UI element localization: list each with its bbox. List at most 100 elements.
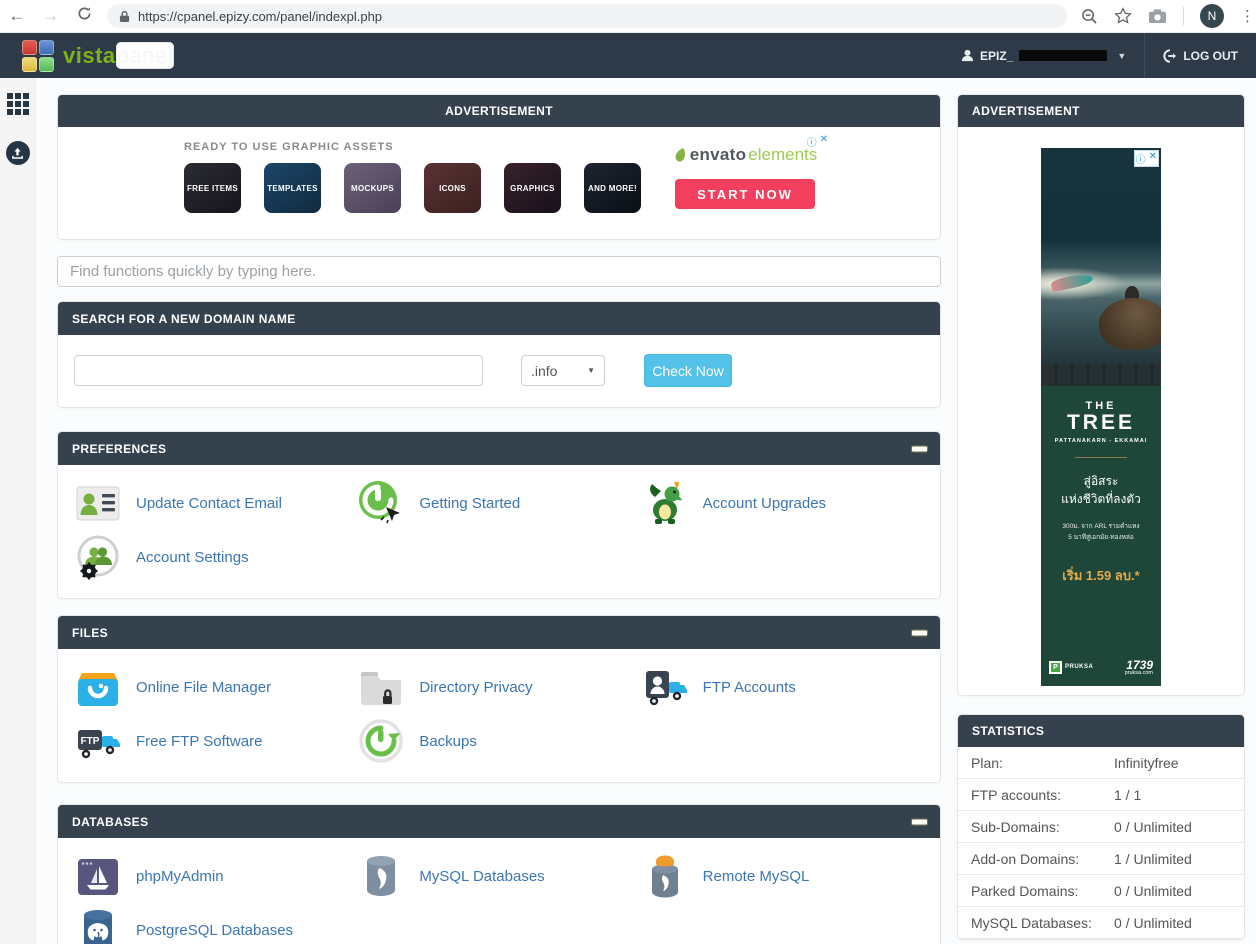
stat-value: 1 / Unlimited — [1114, 851, 1192, 867]
getting-started-icon — [357, 479, 405, 527]
databases-title: DATABASES — [72, 815, 149, 829]
item-label[interactable]: PostgreSQL Databases — [136, 922, 293, 939]
files-items: Online File Manager Directory Privacy FT… — [58, 649, 940, 782]
ad-close-icon[interactable]: ✕ — [1149, 151, 1157, 166]
account-menu[interactable]: EPIZ_ ▼ — [943, 33, 1144, 78]
item-label[interactable]: Getting Started — [419, 495, 520, 512]
item-backups[interactable]: Backups — [357, 714, 640, 768]
side-ad-title: ADVERTISEMENT — [972, 104, 1080, 118]
back-icon[interactable]: ← — [0, 6, 34, 26]
browser-menu-icon[interactable]: ⋮ — [1240, 7, 1256, 25]
side-ad-body: ⓘ ✕ THE TREE PATTANAKARN - EKKAMAI สู่อิ… — [958, 127, 1244, 695]
item-mysql-databases[interactable]: MySQL Databases — [357, 849, 640, 903]
quick-find-input[interactable] — [57, 256, 941, 287]
browser-profile-avatar[interactable]: N — [1200, 4, 1224, 28]
pruksa-icon: P — [1049, 661, 1062, 674]
item-label[interactable]: Account Settings — [136, 549, 249, 566]
item-online-file-manager[interactable]: Online File Manager — [74, 660, 357, 714]
domain-name-input[interactable] — [74, 355, 483, 386]
item-label[interactable]: phpMyAdmin — [136, 868, 224, 885]
files-title: FILES — [72, 626, 108, 640]
stat-label: MySQL Databases: — [971, 915, 1114, 931]
page-content: ADVERTISEMENT READY TO USE GRAPHIC ASSET… — [36, 78, 1256, 944]
logout-label: LOG OUT — [1183, 49, 1238, 63]
chevron-down-icon: ▼ — [1117, 51, 1126, 61]
item-label[interactable]: Update Contact Email — [136, 495, 282, 512]
item-ftp-accounts[interactable]: FTP Accounts — [641, 660, 924, 714]
item-getting-started[interactable]: Getting Started — [357, 476, 640, 530]
stat-label: FTP accounts: — [971, 787, 1114, 803]
phpmyadmin-icon — [74, 852, 122, 900]
stat-row-sub-domains: Sub-Domains: 0 / Unlimited — [958, 811, 1244, 843]
address-bar[interactable]: https://cpanel.epizy.com/panel/indexpl.p… — [107, 4, 1067, 28]
logo-squares-icon — [22, 40, 54, 72]
ad-thai-headline2: แห่งชีวิตที่ลงตัว — [1041, 490, 1161, 508]
stat-label: Add-on Domains: — [971, 851, 1114, 867]
stat-row-parked-domains: Parked Domains: 0 / Unlimited — [958, 875, 1244, 907]
ad-text-block: THE TREE PATTANAKARN - EKKAMAI สู่อิสระ … — [1041, 386, 1161, 686]
tld-select[interactable]: .info ▼ — [521, 355, 605, 386]
item-account-settings[interactable]: Account Settings — [74, 530, 357, 584]
item-postgresql-databases[interactable]: PostgreSQL Databases — [74, 903, 357, 944]
stat-value: 0 / Unlimited — [1114, 819, 1192, 835]
statistics-header: STATISTICS — [958, 715, 1244, 747]
item-label[interactable]: Free FTP Software — [136, 733, 262, 750]
item-label[interactable]: FTP Accounts — [703, 679, 796, 696]
account-name-prefix: EPIZ_ — [980, 49, 1013, 63]
item-label[interactable]: Remote MySQL — [703, 868, 810, 885]
databases-header: DATABASES — [58, 805, 940, 838]
item-label[interactable]: Backups — [419, 733, 477, 750]
logout-button[interactable]: LOG OUT — [1145, 33, 1256, 78]
divider — [1183, 7, 1184, 25]
tld-selected-value: .info — [531, 363, 557, 379]
ad-tile[interactable]: ICONS — [424, 163, 481, 213]
stat-row-mysql-databases: MySQL Databases: 0 / Unlimited — [958, 907, 1244, 939]
collapse-icon[interactable] — [912, 630, 927, 635]
item-phpmyadmin[interactable]: phpMyAdmin — [74, 849, 357, 903]
item-account-upgrades[interactable]: Account Upgrades — [641, 476, 924, 530]
stat-label: Plan: — [971, 755, 1114, 771]
redacted-account-name — [1019, 50, 1107, 61]
item-update-contact-email[interactable]: Update Contact Email — [74, 476, 357, 530]
upload-icon[interactable] — [6, 141, 30, 165]
collapse-icon[interactable] — [912, 819, 927, 824]
stat-label: Sub-Domains: — [971, 819, 1114, 835]
stat-value: 1 / 1 — [1114, 787, 1141, 803]
refresh-icon[interactable] — [67, 6, 101, 26]
item-label[interactable]: Account Upgrades — [703, 495, 826, 512]
ad-tile[interactable]: TEMPLATES — [264, 163, 321, 213]
item-label[interactable]: MySQL Databases — [419, 868, 544, 885]
dragon-icon — [641, 479, 689, 527]
ad-phone-block: 1739 pruksa.com — [1125, 659, 1153, 677]
vertical-ad[interactable]: ⓘ ✕ THE TREE PATTANAKARN - EKKAMAI สู่อิ… — [1041, 148, 1161, 686]
collapse-icon[interactable] — [912, 446, 927, 451]
item-label[interactable]: Directory Privacy — [419, 679, 532, 696]
item-remote-mysql[interactable]: Remote MySQL — [641, 849, 924, 903]
ad-tile[interactable]: FREE ITEMS — [184, 163, 241, 213]
ad-tile[interactable]: MOCKUPS — [344, 163, 401, 213]
browser-actions: N ⋮ — [1081, 4, 1256, 28]
ad-tile[interactable]: AND MORE! — [584, 163, 641, 213]
ad-banner-body[interactable]: READY TO USE GRAPHIC ASSETS FREE ITEMS T… — [58, 127, 940, 239]
forward-icon[interactable]: → — [34, 6, 68, 26]
side-column: ADVERTISEMENT ⓘ ✕ THE — [957, 94, 1245, 944]
check-now-button[interactable]: Check Now — [644, 354, 732, 387]
app-header: vistapanel EPIZ_ ▼ LOG OUT — [0, 33, 1256, 78]
item-free-ftp-software[interactable]: FTP Free FTP Software — [74, 714, 357, 768]
apps-grid-icon[interactable] — [7, 93, 29, 115]
item-directory-privacy[interactable]: Directory Privacy — [357, 660, 640, 714]
vistapanel-logo: vistapanel — [22, 40, 174, 72]
ad-banner-title: ADVERTISEMENT — [445, 104, 553, 118]
item-label[interactable]: Online File Manager — [136, 679, 271, 696]
ad-tile[interactable]: GRAPHICS — [504, 163, 561, 213]
start-now-button[interactable]: START NOW — [675, 179, 815, 209]
logo-text: vistapanel — [63, 43, 174, 69]
bookmark-star-icon[interactable] — [1114, 7, 1132, 25]
statistics-panel: STATISTICS Plan: Infinityfree FTP accoun… — [957, 714, 1245, 940]
camera-icon[interactable] — [1148, 8, 1167, 24]
nest-graphic — [1099, 298, 1161, 350]
envato-leaf-icon — [673, 147, 688, 163]
zoom-out-icon[interactable] — [1081, 8, 1098, 25]
files-header: FILES — [58, 616, 940, 649]
ad-info-icon[interactable]: ⓘ — [1136, 151, 1146, 166]
